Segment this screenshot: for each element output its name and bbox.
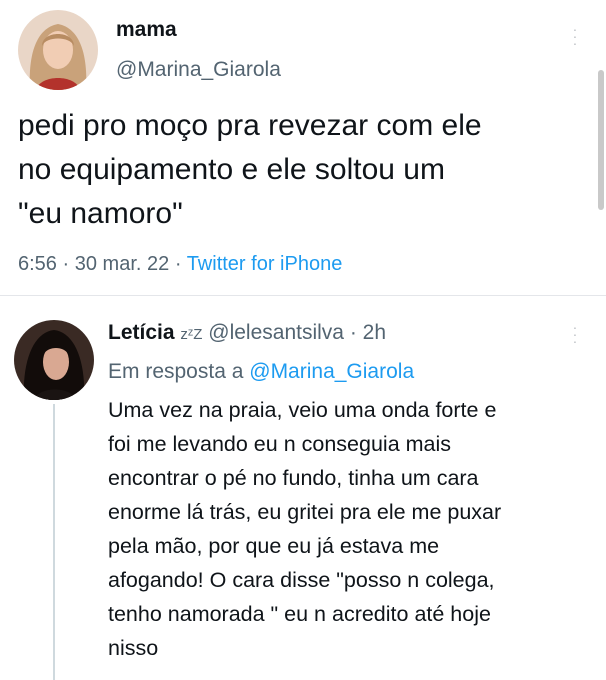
author-handle[interactable]: @Marina_Giarola bbox=[116, 58, 281, 82]
more-options-icon[interactable]: · · · bbox=[569, 22, 581, 50]
scrollbar-thumb[interactable] bbox=[598, 70, 604, 210]
reply-time-ago[interactable]: 2h bbox=[363, 321, 386, 344]
meta-separator: · bbox=[62, 253, 70, 275]
meta-separator: · bbox=[174, 253, 182, 275]
tweet-date[interactable]: 30 mar. 22 bbox=[75, 253, 170, 275]
in-reply-to: Em resposta a @Marina_Giarola bbox=[108, 360, 414, 384]
tweet-time[interactable]: 6:56 bbox=[18, 253, 57, 275]
tweet-source-link[interactable]: Twitter for iPhone bbox=[187, 253, 343, 275]
reply-more-options-icon[interactable]: · · · bbox=[569, 320, 581, 348]
reply-header: Letícia zᶻZ @lelesantsilva · 2h bbox=[108, 321, 386, 345]
tweet-divider bbox=[0, 295, 606, 296]
tweet-metadata: 6:56 · 30 mar. 22 · Twitter for iPhone bbox=[18, 253, 342, 276]
more-vertical-icon: · · · bbox=[572, 21, 578, 51]
sleeping-emoji: zᶻZ bbox=[180, 326, 203, 343]
reply-author-avatar[interactable] bbox=[14, 320, 94, 400]
reply-text: Uma vez na praia, veio uma onda forte e … bbox=[108, 398, 502, 660]
meta-separator: · bbox=[349, 321, 357, 344]
more-vertical-icon: · · · bbox=[572, 319, 578, 349]
in-reply-prefix: Em resposta a bbox=[108, 360, 244, 383]
thread-connector-line bbox=[53, 404, 55, 680]
author-avatar[interactable] bbox=[18, 10, 98, 90]
author-name[interactable]: mama bbox=[116, 18, 177, 42]
tweet-text: pedi pro moço pra revezar com ele no equ… bbox=[18, 109, 482, 230]
reply-author-handle[interactable]: @lelesantsilva bbox=[208, 321, 344, 344]
reply-author-name[interactable]: Letícia bbox=[108, 321, 175, 344]
in-reply-handle-link[interactable]: @Marina_Giarola bbox=[249, 360, 414, 383]
